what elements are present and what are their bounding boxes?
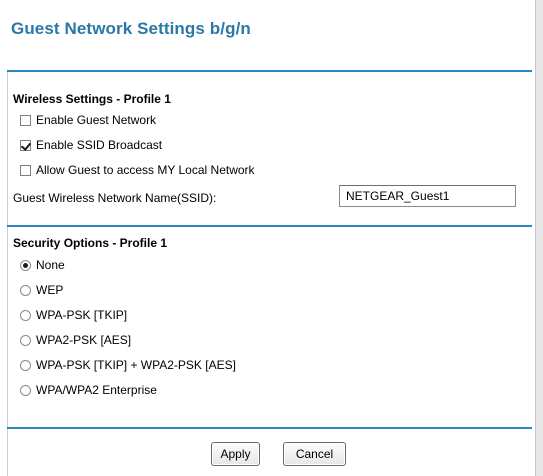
security-wpa2-psk-aes-label: WPA2-PSK [AES] xyxy=(36,333,132,347)
security-options-title: Security Options - Profile 1 xyxy=(13,236,168,250)
enable-guest-network-option[interactable]: Enable Guest Network xyxy=(20,111,156,129)
security-option-wpa2-psk-aes[interactable]: WPA2-PSK [AES] xyxy=(20,331,131,349)
cancel-button[interactable]: Cancel xyxy=(283,442,346,466)
scrollbar[interactable] xyxy=(535,0,543,476)
enable-ssid-broadcast-option[interactable]: Enable SSID Broadcast xyxy=(20,136,162,154)
security-wpa-mixed-radio[interactable] xyxy=(20,359,31,371)
security-option-wpa-mixed[interactable]: WPA-PSK [TKIP] + WPA2-PSK [AES] xyxy=(20,356,236,374)
enable-ssid-broadcast-checkbox[interactable] xyxy=(20,139,31,151)
security-option-wep[interactable]: WEP xyxy=(20,281,63,299)
allow-guest-local-network-option[interactable]: Allow Guest to access MY Local Network xyxy=(20,161,255,179)
security-wpa-enterprise-label: WPA/WPA2 Enterprise xyxy=(36,383,157,397)
security-option-wpa-enterprise[interactable]: WPA/WPA2 Enterprise xyxy=(20,381,157,399)
enable-guest-network-label: Enable Guest Network xyxy=(36,113,157,127)
settings-page: Guest Network Settings b/g/n Wireless Se… xyxy=(0,0,535,476)
security-wpa-enterprise-radio[interactable] xyxy=(20,384,31,396)
wireless-settings-title: Wireless Settings - Profile 1 xyxy=(13,92,171,106)
ssid-label: Guest Wireless Network Name(SSID): xyxy=(13,191,217,205)
security-wep-radio[interactable] xyxy=(20,284,31,296)
security-none-label: None xyxy=(36,258,65,272)
apply-button[interactable]: Apply xyxy=(211,442,260,466)
divider xyxy=(7,427,532,429)
enable-guest-network-checkbox[interactable] xyxy=(20,114,31,126)
allow-guest-local-network-label: Allow Guest to access MY Local Network xyxy=(36,163,255,177)
left-border xyxy=(7,72,8,476)
security-option-wpa-psk-tkip[interactable]: WPA-PSK [TKIP] xyxy=(20,306,127,324)
security-option-none[interactable]: None xyxy=(20,256,65,274)
allow-guest-local-network-checkbox[interactable] xyxy=(20,164,31,176)
security-wep-label: WEP xyxy=(36,283,64,297)
divider xyxy=(7,225,532,227)
security-wpa2-psk-aes-radio[interactable] xyxy=(20,334,31,346)
page-title: Guest Network Settings b/g/n xyxy=(11,19,251,38)
security-wpa-mixed-label: WPA-PSK [TKIP] + WPA2-PSK [AES] xyxy=(36,358,236,372)
security-wpa-psk-tkip-radio[interactable] xyxy=(20,309,31,321)
security-wpa-psk-tkip-label: WPA-PSK [TKIP] xyxy=(36,308,128,322)
divider xyxy=(7,70,532,72)
ssid-input[interactable] xyxy=(339,185,516,207)
enable-ssid-broadcast-label: Enable SSID Broadcast xyxy=(36,138,163,152)
security-none-radio[interactable] xyxy=(20,259,31,271)
